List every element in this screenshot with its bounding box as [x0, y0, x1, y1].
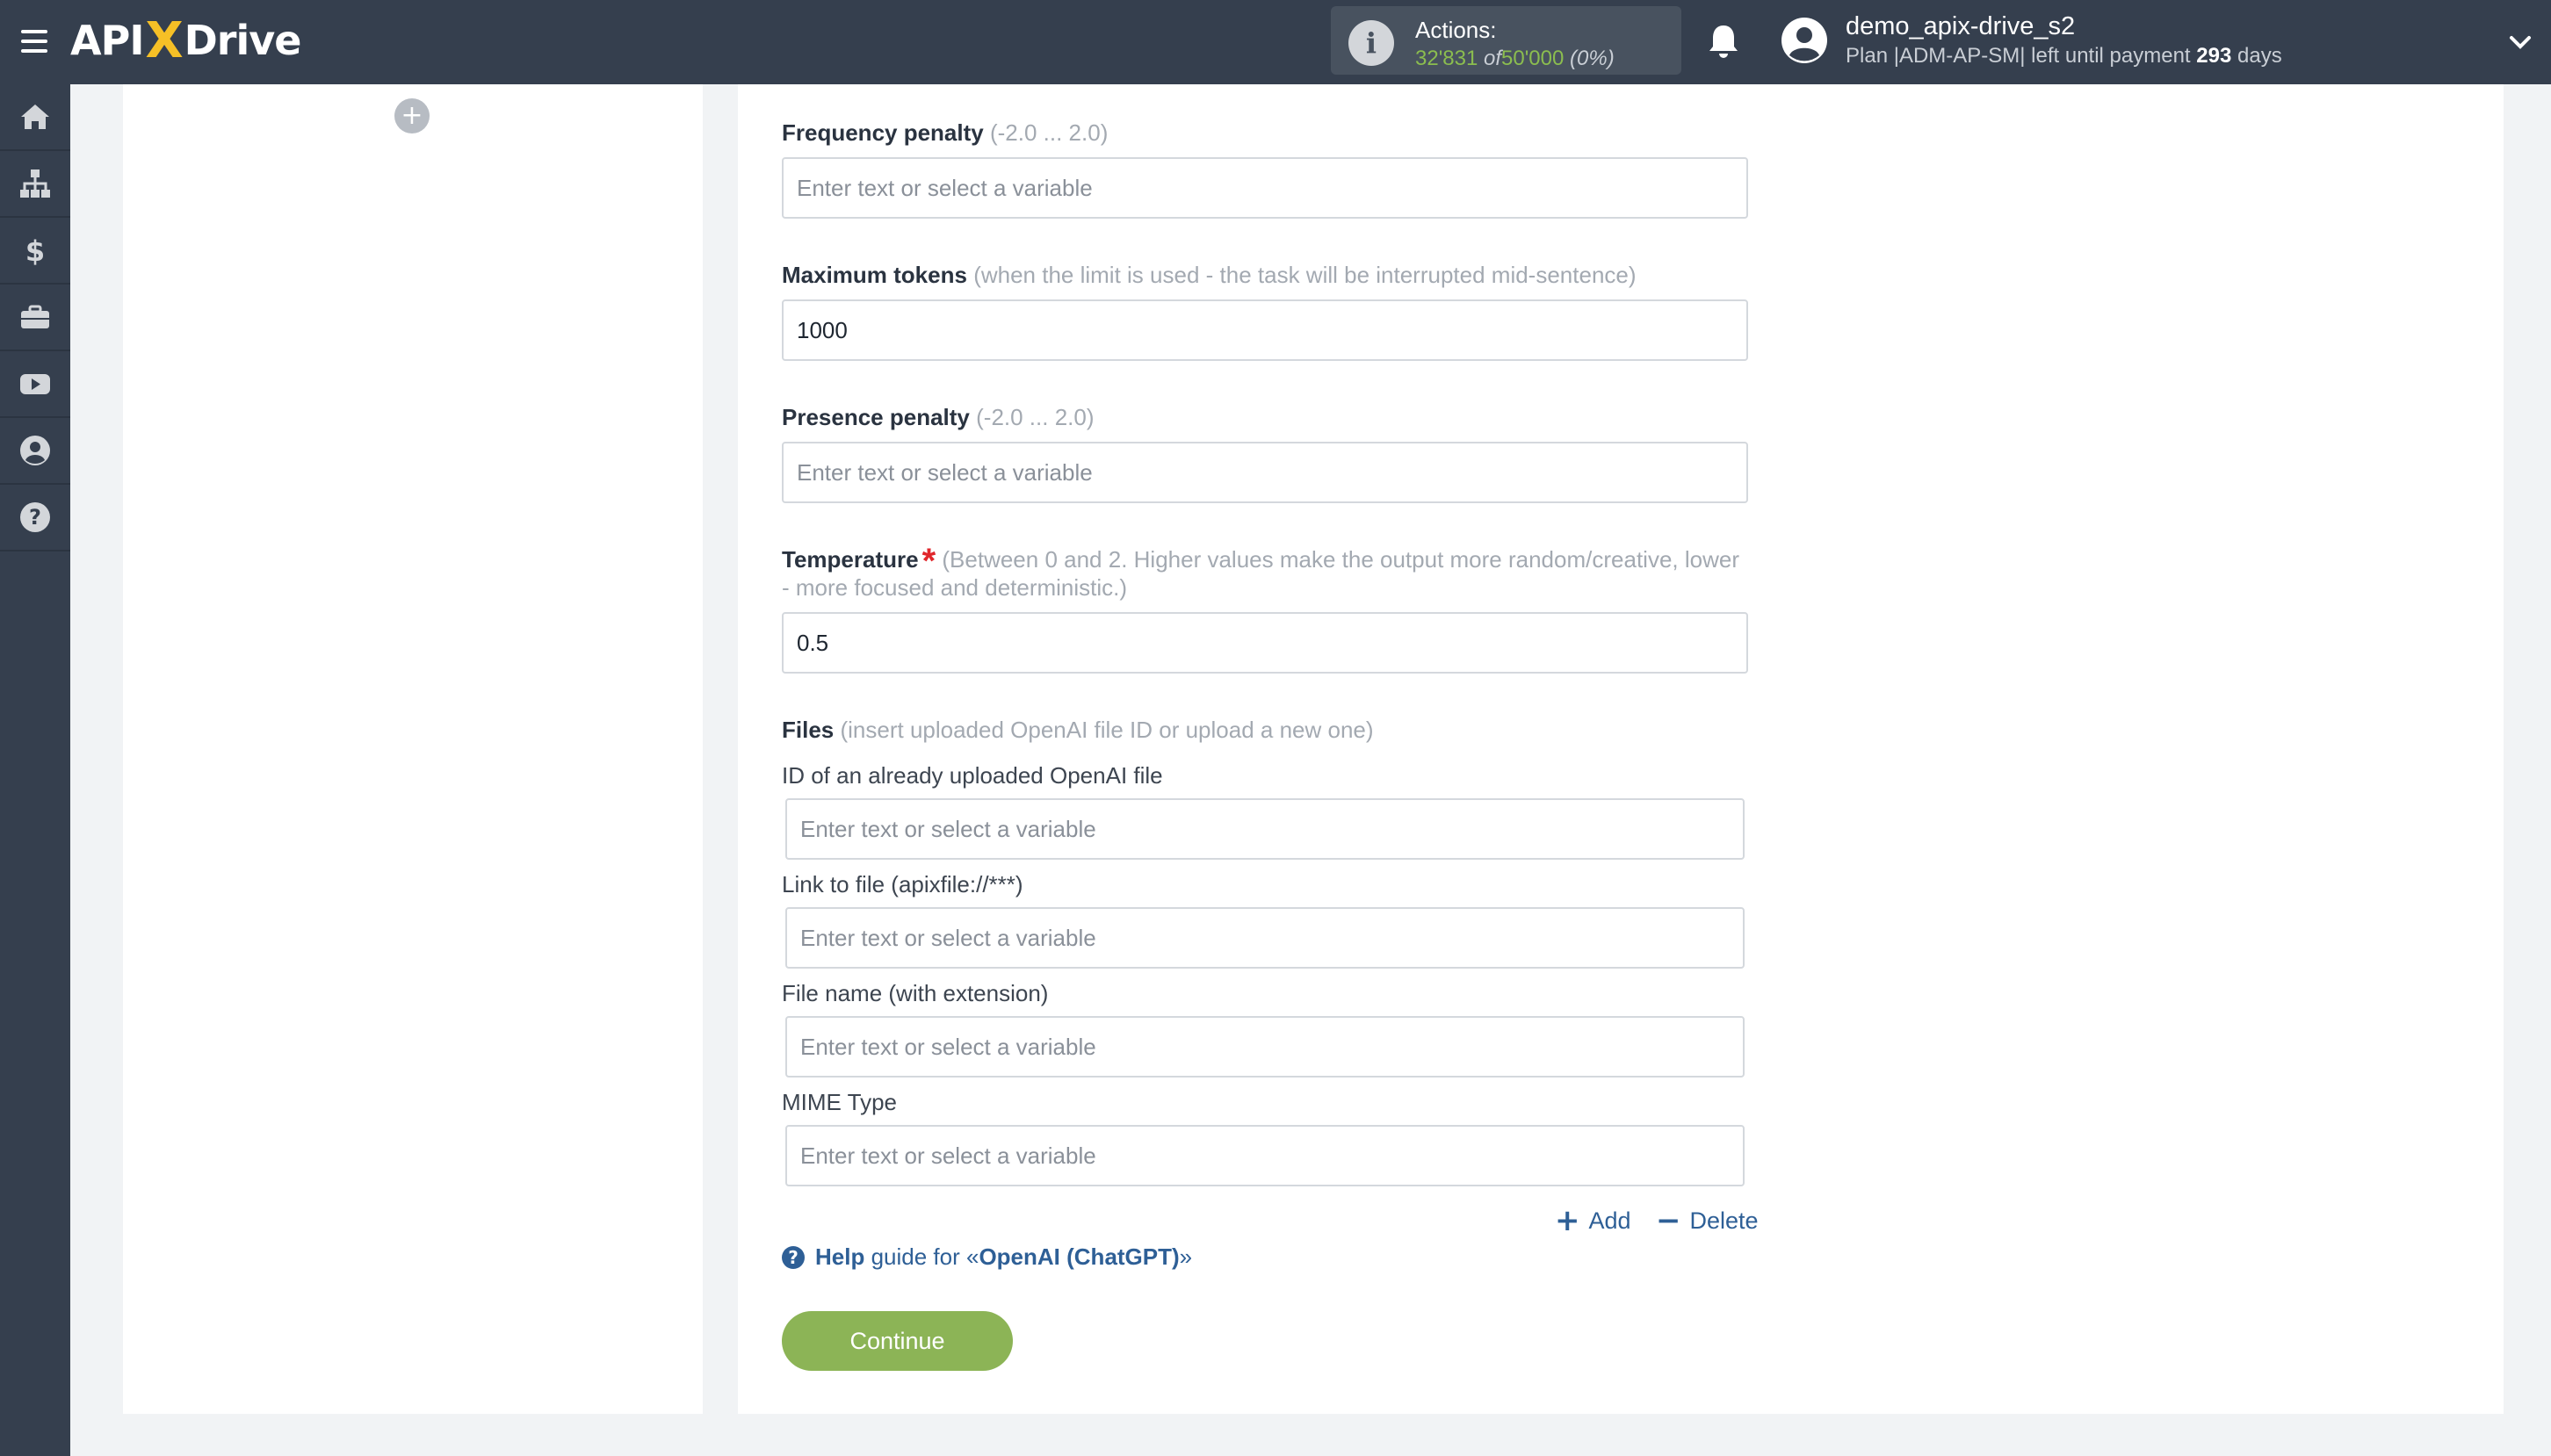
file-link-input[interactable] [785, 907, 1745, 969]
frequency-penalty-title: Frequency penalty [782, 119, 984, 146]
actions-of: of [1484, 47, 1502, 70]
sidebar-item-connections[interactable] [0, 151, 70, 218]
sidebar-item-billing[interactable]: $ [0, 218, 70, 285]
bell-icon[interactable] [1706, 22, 1741, 61]
sidebar-item-help[interactable]: ? [0, 485, 70, 551]
add-file-label: Add [1588, 1207, 1631, 1234]
max-tokens-title: Maximum tokens [782, 262, 967, 288]
presence-penalty-title: Presence penalty [782, 404, 970, 430]
sitemap-icon [20, 169, 50, 198]
sidebar-item-account[interactable] [0, 418, 70, 485]
plan-days: 293 [2196, 44, 2232, 68]
sidebar-item-home[interactable] [0, 84, 70, 151]
svg-text:$: $ [25, 234, 45, 267]
frequency-penalty-input[interactable] [782, 157, 1748, 219]
help-icon: ? [782, 1245, 805, 1269]
actions-label: Actions: [1415, 17, 1497, 43]
top-bar: API X Drive i Actions: 32'831 of50'000 (0%… [0, 0, 2551, 84]
continue-button[interactable]: Continue [782, 1311, 1013, 1371]
sidebar: $ ? [0, 84, 70, 1456]
plan-prefix: Plan |ADM-AP-SM| left until payment [1846, 44, 2191, 68]
delete-file-button[interactable]: − Delete [1656, 1203, 1759, 1238]
file-link-label: Link to file (apixfile://***) [782, 871, 1023, 897]
help-text: guide for « [871, 1243, 979, 1270]
briefcase-icon [21, 305, 49, 328]
presence-penalty-input[interactable] [782, 442, 1748, 503]
home-icon [21, 105, 49, 129]
user-name[interactable]: demo_apix-drive_s2 [1846, 12, 2075, 41]
max-tokens-input[interactable] [782, 299, 1748, 361]
delete-file-label: Delete [1689, 1207, 1759, 1234]
actions-counter: i Actions: 32'831 of50'000 (0%) [1331, 6, 1681, 75]
user-avatar-icon[interactable] [1781, 17, 1828, 64]
frequency-penalty-label: Frequency penalty (-2.0 ... 2.0) [782, 119, 1108, 147]
dollar-icon: $ [25, 234, 45, 267]
file-name-label: File name (with extension) [782, 980, 1049, 1006]
menu-icon[interactable] [19, 26, 49, 56]
help-word: Help [815, 1243, 865, 1270]
frequency-penalty-hint: (-2.0 ... 2.0) [989, 119, 1109, 146]
actions-used: 32'831 [1415, 47, 1478, 70]
required-mark: * [921, 542, 936, 580]
mime-type-label: MIME Type [782, 1089, 898, 1115]
user-circle-icon [20, 436, 50, 465]
add-file-button[interactable]: + Add [1555, 1203, 1631, 1238]
presence-penalty-label: Presence penalty (-2.0 ... 2.0) [782, 404, 1095, 431]
mime-type-input[interactable] [785, 1125, 1745, 1186]
help-close: » [1179, 1243, 1193, 1270]
actions-total: 50'000 [1501, 47, 1565, 70]
files-hint: (insert uploaded OpenAI file ID or uploa… [840, 717, 1374, 743]
plan-suffix: days [2237, 44, 2282, 68]
add-step-button[interactable]: + [394, 98, 430, 133]
logo-x: X [145, 11, 183, 69]
svg-text:?: ? [29, 505, 41, 530]
info-icon[interactable]: i [1348, 20, 1394, 66]
chevron-down-icon[interactable] [2508, 30, 2533, 54]
max-tokens-hint: (when the limit is used - the task will … [973, 262, 1637, 288]
youtube-icon [20, 374, 50, 394]
max-tokens-label: Maximum tokens (when the limit is used -… [782, 262, 1637, 289]
file-name-input[interactable] [785, 1016, 1745, 1078]
left-panel [123, 84, 703, 1414]
temperature-label: Temperature * (Between 0 and 2. Higher va… [782, 542, 1748, 602]
question-circle-icon: ? [20, 502, 50, 532]
sidebar-item-video[interactable] [0, 351, 70, 418]
plan-info: Plan |ADM-AP-SM| left until payment 293 … [1846, 44, 2282, 68]
temperature-input[interactable] [782, 612, 1748, 674]
logo-text-right: Drive [184, 17, 302, 64]
sidebar-item-services[interactable] [0, 285, 70, 351]
files-title: Files [782, 717, 835, 743]
file-id-input[interactable] [785, 798, 1745, 860]
temperature-title: Temperature [782, 546, 919, 573]
minus-icon: − [1656, 1203, 1681, 1238]
plus-icon: + [1555, 1203, 1580, 1238]
help-guide-link[interactable]: ? Help guide for «OpenAI (ChatGPT)» [782, 1243, 1192, 1271]
apixdrive-logo[interactable]: API X Drive [70, 11, 302, 69]
actions-counts: 32'831 of50'000 (0%) [1415, 47, 1615, 71]
help-service: OpenAI (ChatGPT) [979, 1243, 1180, 1270]
presence-penalty-hint: (-2.0 ... 2.0) [976, 404, 1095, 430]
files-label: Files (insert uploaded OpenAI file ID or… [782, 717, 1374, 744]
logo-text-left: API [70, 17, 144, 64]
file-id-label: ID of an already uploaded OpenAI file [782, 762, 1163, 789]
actions-percent: (0%) [1570, 47, 1615, 70]
